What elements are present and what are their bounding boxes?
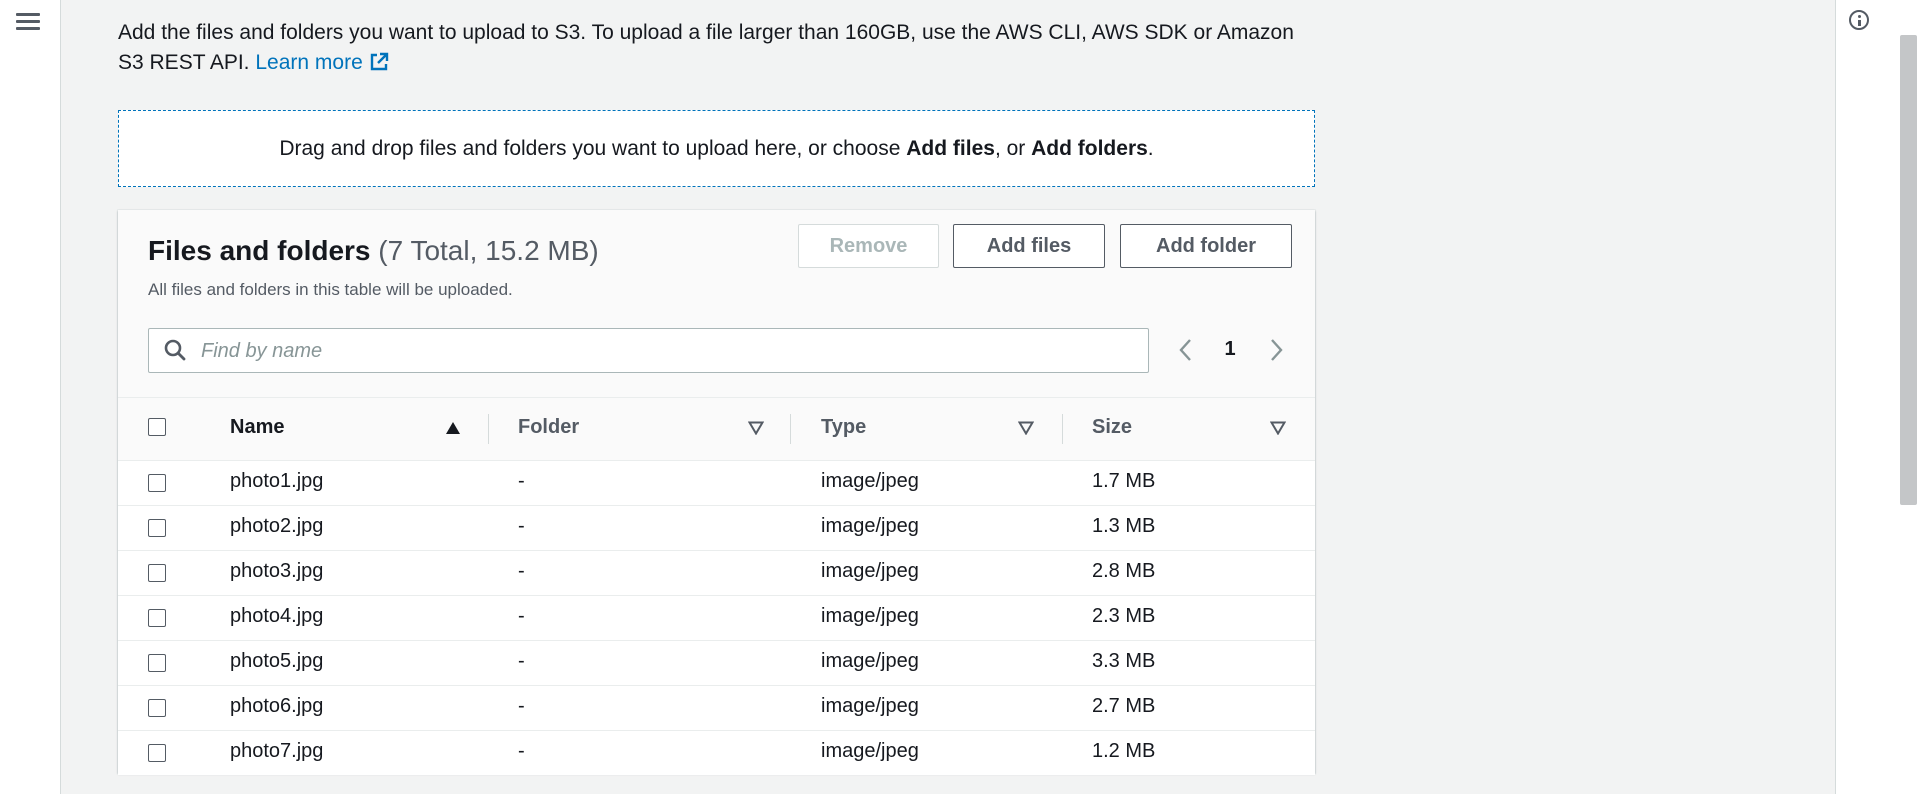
- table-row[interactable]: photo7.jpg - image/jpeg 1.2 MB: [118, 731, 1315, 775]
- cell-size: 1.3 MB: [1092, 515, 1156, 537]
- select-all-checkbox[interactable]: [148, 418, 166, 436]
- cell-folder: -: [518, 650, 525, 672]
- cell-size: 2.8 MB: [1092, 560, 1156, 582]
- table-row[interactable]: photo2.jpg - image/jpeg 1.3 MB: [118, 506, 1315, 551]
- cell-name: photo6.jpg: [230, 695, 324, 717]
- table-row[interactable]: photo6.jpg - image/jpeg 2.7 MB: [118, 686, 1315, 731]
- row-checkbox[interactable]: [148, 564, 166, 582]
- hamburger-menu-icon[interactable]: [16, 10, 40, 32]
- cell-type: image/jpeg: [821, 650, 919, 672]
- left-nav-rail: [0, 0, 61, 794]
- remove-button[interactable]: Remove: [798, 224, 939, 268]
- cell-type: image/jpeg: [821, 515, 919, 537]
- sort-descending-icon[interactable]: [1270, 421, 1286, 435]
- panel-header: Files and folders (7 Total, 15.2 MB) All…: [118, 210, 1315, 398]
- table-row[interactable]: photo3.jpg - image/jpeg 2.8 MB: [118, 551, 1315, 596]
- sort-descending-icon[interactable]: [1018, 421, 1034, 435]
- chevron-right-icon[interactable]: [1268, 337, 1284, 363]
- search-field[interactable]: [148, 328, 1149, 373]
- cell-name: photo3.jpg: [230, 560, 324, 582]
- add-folder-button[interactable]: Add folder: [1120, 224, 1292, 268]
- sort-ascending-icon[interactable]: [445, 421, 461, 435]
- add-files-button[interactable]: Add files: [953, 224, 1105, 268]
- table-header-row: Name Folder Type Size: [118, 398, 1315, 461]
- cell-size: 2.3 MB: [1092, 605, 1156, 627]
- cell-size: 1.2 MB: [1092, 740, 1156, 762]
- column-header-size[interactable]: Size: [1092, 416, 1132, 439]
- cell-name: photo2.jpg: [230, 515, 324, 537]
- cell-type: image/jpeg: [821, 470, 919, 492]
- scrollbar-thumb[interactable]: [1900, 35, 1917, 505]
- row-checkbox[interactable]: [148, 654, 166, 672]
- cell-folder: -: [518, 515, 525, 537]
- learn-more-link[interactable]: Learn more: [255, 51, 388, 74]
- column-header-folder[interactable]: Folder: [518, 416, 579, 439]
- cell-name: photo4.jpg: [230, 605, 324, 627]
- cell-folder: -: [518, 470, 525, 492]
- files-and-folders-panel: Files and folders (7 Total, 15.2 MB) All…: [118, 210, 1315, 775]
- cell-name: photo5.jpg: [230, 650, 324, 672]
- row-checkbox[interactable]: [148, 744, 166, 762]
- cell-name: photo1.jpg: [230, 470, 324, 492]
- cell-type: image/jpeg: [821, 695, 919, 717]
- drag-and-drop-zone[interactable]: Drag and drop files and folders you want…: [118, 110, 1315, 187]
- right-help-rail: [1835, 0, 1898, 794]
- pagination-current-page[interactable]: 1: [1218, 338, 1242, 361]
- column-divider[interactable]: [790, 414, 791, 444]
- table-row[interactable]: photo4.jpg - image/jpeg 2.3 MB: [118, 596, 1315, 641]
- table-row[interactable]: photo1.jpg - image/jpeg 1.7 MB: [118, 461, 1315, 506]
- cell-type: image/jpeg: [821, 740, 919, 762]
- row-checkbox[interactable]: [148, 609, 166, 627]
- cell-type: image/jpeg: [821, 560, 919, 582]
- column-header-type[interactable]: Type: [821, 416, 866, 439]
- row-checkbox[interactable]: [148, 474, 166, 492]
- column-divider[interactable]: [1062, 414, 1063, 444]
- search-icon: [164, 339, 186, 361]
- row-checkbox[interactable]: [148, 699, 166, 717]
- cell-size: 1.7 MB: [1092, 470, 1156, 492]
- cell-name: photo7.jpg: [230, 740, 324, 762]
- row-checkbox[interactable]: [148, 519, 166, 537]
- panel-title: Files and folders (7 Total, 15.2 MB): [148, 235, 599, 266]
- cell-folder: -: [518, 605, 525, 627]
- cell-type: image/jpeg: [821, 605, 919, 627]
- cell-folder: -: [518, 740, 525, 762]
- chevron-left-icon[interactable]: [1178, 337, 1194, 363]
- panel-description: All files and folders in this table will…: [148, 280, 513, 299]
- cell-size: 2.7 MB: [1092, 695, 1156, 717]
- info-icon[interactable]: [1849, 10, 1869, 30]
- external-link-icon: [370, 52, 388, 71]
- cell-folder: -: [518, 695, 525, 717]
- upload-intro-text: Add the files and folders you want to up…: [118, 18, 1318, 78]
- cell-folder: -: [518, 560, 525, 582]
- dropzone-text: Drag and drop files and folders you want…: [279, 136, 1154, 160]
- file-count: (7 Total, 15.2 MB): [378, 235, 599, 266]
- files-table: Name Folder Type Size photo1.jpg - image…: [118, 398, 1315, 775]
- sort-descending-icon[interactable]: [748, 421, 764, 435]
- search-input[interactable]: [199, 335, 1103, 367]
- table-row[interactable]: photo5.jpg - image/jpeg 3.3 MB: [118, 641, 1315, 686]
- cell-size: 3.3 MB: [1092, 650, 1156, 672]
- column-divider[interactable]: [488, 414, 489, 444]
- column-header-name[interactable]: Name: [230, 416, 284, 439]
